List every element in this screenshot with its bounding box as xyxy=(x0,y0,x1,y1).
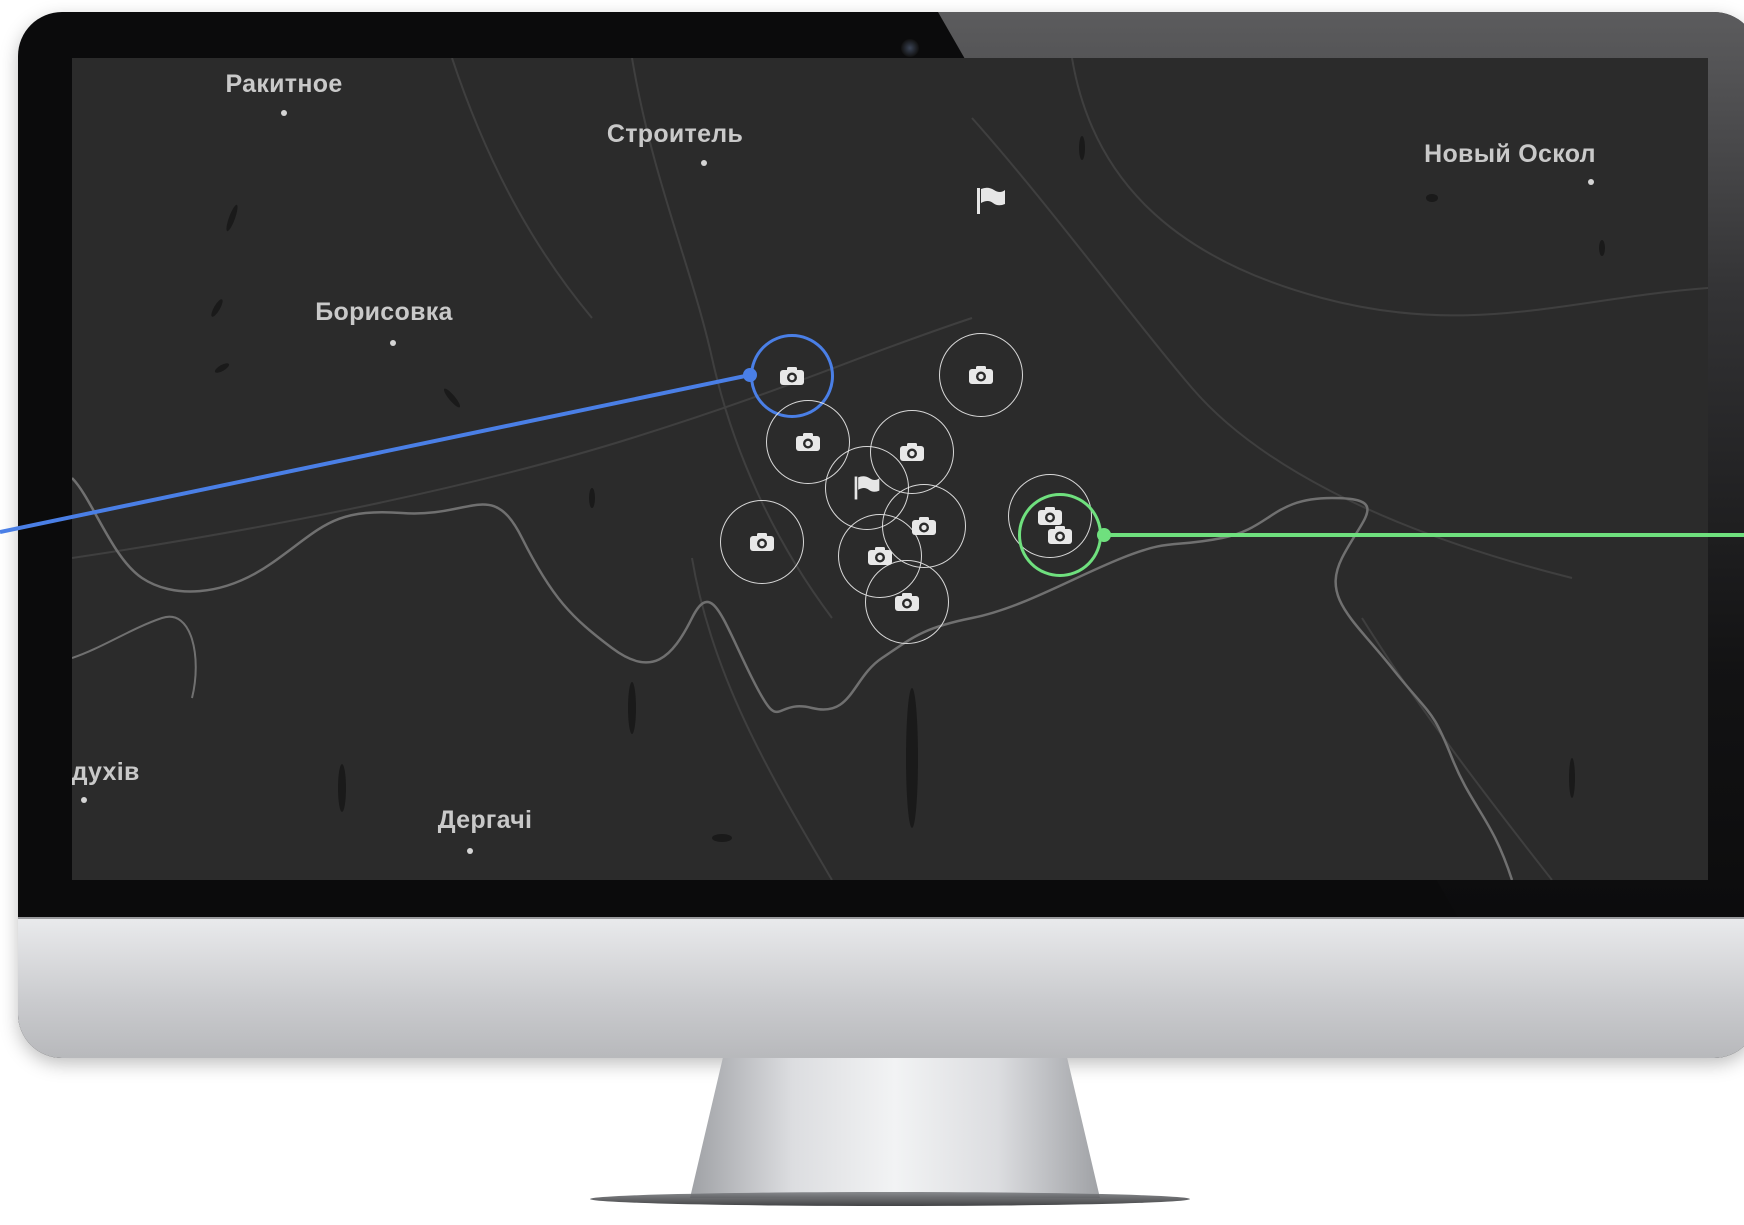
photo-marker[interactable] xyxy=(865,560,949,644)
monitor-stand xyxy=(690,1058,1100,1198)
camera-icon xyxy=(969,366,993,384)
monitor-foot-shadow xyxy=(590,1192,1190,1206)
camera-icon xyxy=(796,433,820,451)
map-screen[interactable]: Ракитное Строитель Новый Оскол Борисовка… xyxy=(72,58,1708,880)
border-line-west xyxy=(72,615,197,699)
imac-monitor: Ракитное Строитель Новый Оскол Борисовка… xyxy=(0,0,1744,1221)
camera-icon xyxy=(780,367,804,385)
city-dot xyxy=(281,110,287,116)
camera-icon xyxy=(900,443,924,461)
city-label-borisovka: Борисовка xyxy=(315,298,453,326)
city-dot xyxy=(1588,179,1594,185)
city-dot xyxy=(390,340,396,346)
flag-icon xyxy=(854,476,880,500)
photo-marker-selected-green[interactable] xyxy=(1018,493,1102,577)
city-dot xyxy=(701,160,707,166)
city-label-rakitnoe: Ракитное xyxy=(225,70,343,98)
monitor-chin xyxy=(18,917,1744,1058)
camera-icon xyxy=(895,593,919,611)
photo-marker[interactable] xyxy=(720,500,804,584)
city-label-stroitel: Строитель xyxy=(606,120,744,148)
camera-icon xyxy=(750,533,774,551)
city-dot xyxy=(467,848,473,854)
city-label-bohodukhiv: одухів xyxy=(72,758,140,786)
flag-icon[interactable] xyxy=(974,184,1008,218)
city-label-derhachi: Дергачі xyxy=(437,806,533,834)
camera-icon xyxy=(1048,526,1072,544)
city-dot xyxy=(81,797,87,803)
webcam xyxy=(901,39,919,57)
city-label-novyi-oskol: Новый Оскол xyxy=(1424,140,1596,168)
photo-marker[interactable] xyxy=(939,333,1023,417)
